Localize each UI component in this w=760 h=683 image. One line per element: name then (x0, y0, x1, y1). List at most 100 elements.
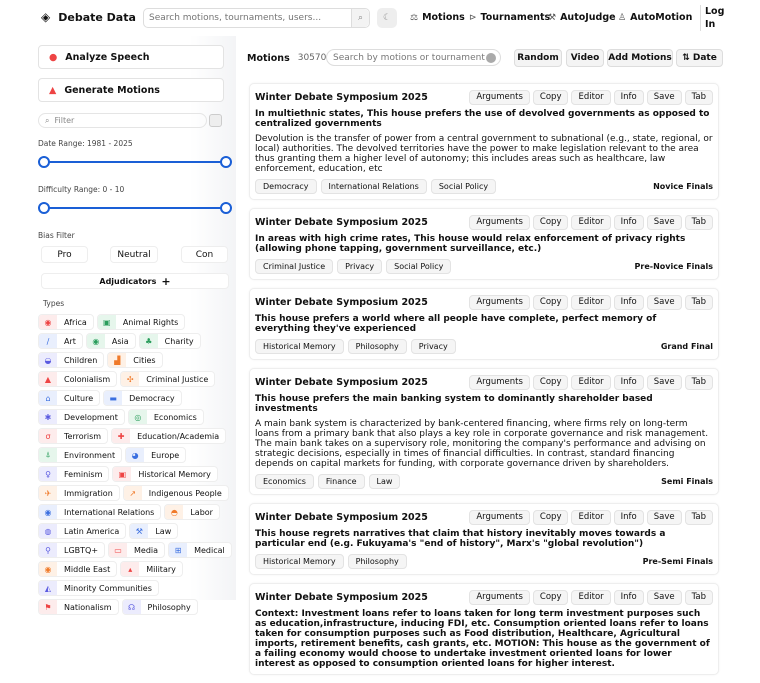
save-button[interactable]: Save (646, 589, 682, 605)
nav-motions[interactable]: ⚖ Motions (410, 12, 465, 23)
tag-chip[interactable]: Social Policy (386, 259, 452, 274)
tournament-name[interactable]: Winter Debate Symposium 2025 (255, 592, 428, 603)
editor-button[interactable]: Editor (571, 89, 611, 105)
save-button[interactable]: Save (646, 509, 682, 525)
type-chip[interactable]: ◎ Economics (127, 409, 204, 425)
tag-chip[interactable]: Social Policy (430, 179, 497, 194)
slider-max-handle[interactable] (220, 156, 232, 168)
copy-button[interactable]: Copy (532, 509, 569, 525)
type-chip[interactable]: ⍋ Environment (38, 447, 123, 463)
difficulty-range-slider[interactable] (38, 201, 232, 215)
video-button[interactable]: Video (566, 49, 604, 67)
copy-button[interactable]: Copy (532, 589, 569, 605)
tab-button[interactable]: Tab (684, 509, 713, 525)
type-chip[interactable]: ♀ Feminism (38, 466, 110, 482)
motion-search-input[interactable]: Search by motions or tournament (326, 49, 501, 66)
tournament-name[interactable]: Winter Debate Symposium 2025 (255, 217, 428, 228)
type-chip[interactable]: ▴ Military (120, 561, 183, 577)
nav-autojudge[interactable]: ⚒ AutoJudge (548, 12, 616, 23)
type-chip[interactable]: ◍ Latin America (38, 523, 127, 539)
arguments-button[interactable]: Arguments (469, 374, 530, 390)
type-chip[interactable]: ◉ International Relations (38, 504, 162, 520)
type-chip[interactable]: ⊞ Medical (168, 542, 232, 558)
type-chip[interactable]: ▣ Historical Memory (112, 466, 218, 482)
save-button[interactable]: Save (646, 89, 682, 105)
theme-toggle-moon-icon[interactable]: ☾ (377, 8, 397, 28)
type-chip[interactable]: ◉ Middle East (38, 561, 118, 577)
type-chip[interactable]: ◒ Children (38, 352, 105, 368)
tag-chip[interactable]: Finance (317, 474, 365, 489)
tab-button[interactable]: Tab (684, 589, 713, 605)
type-chip[interactable]: ◓ Labor (164, 504, 220, 520)
global-search-input[interactable] (144, 13, 351, 23)
tournament-name[interactable]: Winter Debate Symposium 2025 (255, 512, 428, 523)
copy-button[interactable]: Copy (532, 374, 569, 390)
date-range-slider[interactable] (38, 155, 232, 169)
save-button[interactable]: Save (646, 294, 682, 310)
tournament-name[interactable]: Winter Debate Symposium 2025 (255, 92, 428, 103)
editor-button[interactable]: Editor (571, 509, 611, 525)
copy-button[interactable]: Copy (532, 294, 569, 310)
add-motions-button[interactable]: Add Motions (607, 49, 673, 67)
bias-pro-button[interactable]: Pro (41, 246, 88, 263)
info-button[interactable]: Info (613, 374, 644, 390)
type-chip[interactable]: ▲ Colonialism (38, 371, 118, 387)
info-button[interactable]: Info (613, 509, 644, 525)
search-icon[interactable] (486, 52, 496, 63)
type-chip[interactable]: ◉ Asia (85, 333, 136, 349)
arguments-button[interactable]: Arguments (469, 89, 530, 105)
info-button[interactable]: Info (613, 214, 644, 230)
slider-min-handle[interactable] (38, 156, 50, 168)
arguments-button[interactable]: Arguments (469, 294, 530, 310)
copy-button[interactable]: Copy (532, 214, 569, 230)
type-chip[interactable]: σ Terrorism (38, 428, 109, 444)
tag-chip[interactable]: Privacy (410, 339, 456, 354)
type-chip[interactable]: ▬ Democracy (103, 390, 182, 406)
type-chip[interactable]: ⌂ Culture (38, 390, 101, 406)
type-chip[interactable]: ✱ Development (38, 409, 125, 425)
info-button[interactable]: Info (613, 89, 644, 105)
type-chip[interactable]: ✈ Immigration (38, 485, 120, 501)
type-chip[interactable]: ♣ Charity (138, 333, 201, 349)
tab-button[interactable]: Tab (684, 214, 713, 230)
sort-date-button[interactable]: ⇅ Date (676, 49, 723, 67)
brand-logo[interactable]: ◈ Debate Data (41, 10, 136, 24)
save-button[interactable]: Save (646, 374, 682, 390)
type-chip[interactable]: ⚒ Law (129, 523, 179, 539)
tag-chip[interactable]: Historical Memory (255, 554, 344, 569)
tag-chip[interactable]: Criminal Justice (255, 259, 334, 274)
info-button[interactable]: Info (613, 294, 644, 310)
tag-chip[interactable]: Privacy (337, 259, 383, 274)
type-chip[interactable]: ▣ Animal Rights (96, 314, 186, 330)
type-chip[interactable]: ⚑ Nationalism (38, 599, 119, 615)
type-chip[interactable]: ◉ Africa (38, 314, 94, 330)
search-icon[interactable]: ⌕ (351, 9, 369, 27)
tab-button[interactable]: Tab (684, 374, 713, 390)
type-chip[interactable]: ◕ Europe (125, 447, 187, 463)
type-chip[interactable]: ↗ Indigenous People (122, 485, 229, 501)
tab-button[interactable]: Tab (684, 294, 713, 310)
editor-button[interactable]: Editor (571, 214, 611, 230)
editor-button[interactable]: Editor (571, 374, 611, 390)
type-chip[interactable]: ◭ Minority Communities (38, 580, 159, 596)
tag-chip[interactable]: Economics (255, 474, 314, 489)
bias-con-button[interactable]: Con (181, 246, 228, 263)
type-chip[interactable]: ▭ Media (108, 542, 166, 558)
tab-button[interactable]: Tab (684, 89, 713, 105)
nav-tournaments[interactable]: ⊳ Tournaments (469, 12, 550, 23)
type-chip[interactable]: ✣ Criminal Justice (120, 371, 216, 387)
copy-button[interactable]: Copy (532, 89, 569, 105)
tag-chip[interactable]: Historical Memory (255, 339, 344, 354)
nav-automotion[interactable]: ♙ AutoMotion (618, 12, 692, 23)
analyze-speech-button[interactable]: ● Analyze Speech (38, 45, 224, 69)
editor-button[interactable]: Editor (571, 294, 611, 310)
generate-motions-button[interactable]: ▲ Generate Motions (38, 78, 224, 102)
arguments-button[interactable]: Arguments (469, 509, 530, 525)
save-button[interactable]: Save (646, 214, 682, 230)
type-chip[interactable]: ⚲ LGBTQ+ (38, 542, 106, 558)
tag-chip[interactable]: Democracy (255, 179, 317, 194)
info-button[interactable]: Info (613, 589, 644, 605)
tournament-name[interactable]: Winter Debate Symposium 2025 (255, 297, 428, 308)
bias-neutral-button[interactable]: Neutral (110, 246, 158, 263)
tag-chip[interactable]: International Relations (320, 179, 427, 194)
